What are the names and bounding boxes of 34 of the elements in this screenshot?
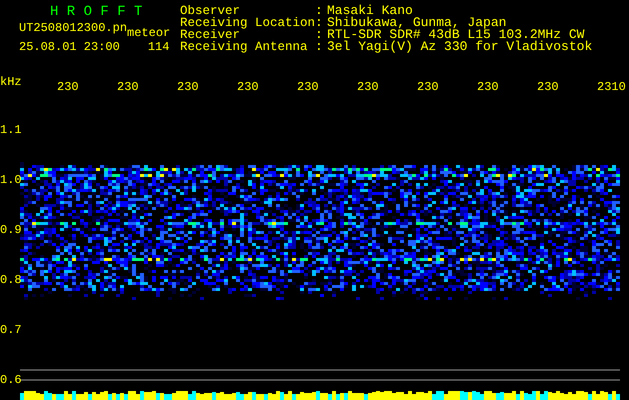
info-separator: :: [315, 17, 324, 29]
time-label: 230: [177, 81, 199, 93]
frequency-label: 1.0: [0, 174, 22, 186]
info-separator: :: [315, 5, 324, 17]
time-label: 230: [297, 81, 319, 93]
time-label: 230: [57, 81, 79, 93]
time-label: 230: [117, 81, 139, 93]
frequency-label: 0.7: [0, 324, 22, 336]
time-label: 230: [537, 81, 559, 93]
time-label: 230: [357, 81, 379, 93]
time-label: 230: [237, 81, 259, 93]
info-label: Receiving Antenna: [180, 41, 309, 53]
frequency-label: 0.6: [0, 374, 22, 386]
time-label: 2310: [597, 81, 626, 93]
info-value: RTL-SDR SDR# 43dB L15 103.2MHz CW: [327, 29, 584, 41]
info-value: Masaki Kano: [327, 5, 413, 17]
info-label: Receiving Location: [180, 17, 315, 29]
info-value: Shibukawa, Gunma, Japan: [327, 17, 506, 29]
time-label: 230: [477, 81, 499, 93]
axis-unit: kHz: [0, 76, 22, 88]
info-value: 3el Yagi(V) Az 330 for Vladivostok: [327, 41, 592, 53]
date-time: 25.08.01 23:00: [19, 41, 120, 53]
info-separator: :: [315, 29, 324, 41]
file-name: UT2508012300.pn: [19, 22, 128, 37]
frequency-label: 0.8: [0, 274, 22, 286]
info-label: Receiver: [180, 29, 240, 41]
app-title: H R O F F T: [49, 5, 144, 19]
info-label: Observer: [180, 5, 240, 17]
time-label: 230: [417, 81, 439, 93]
file-tag: meteor: [127, 27, 170, 39]
count-value: 114: [148, 41, 170, 53]
frequency-label: 1.1: [0, 124, 22, 136]
info-separator: :: [315, 41, 324, 53]
frequency-label: 0.9: [0, 224, 22, 236]
